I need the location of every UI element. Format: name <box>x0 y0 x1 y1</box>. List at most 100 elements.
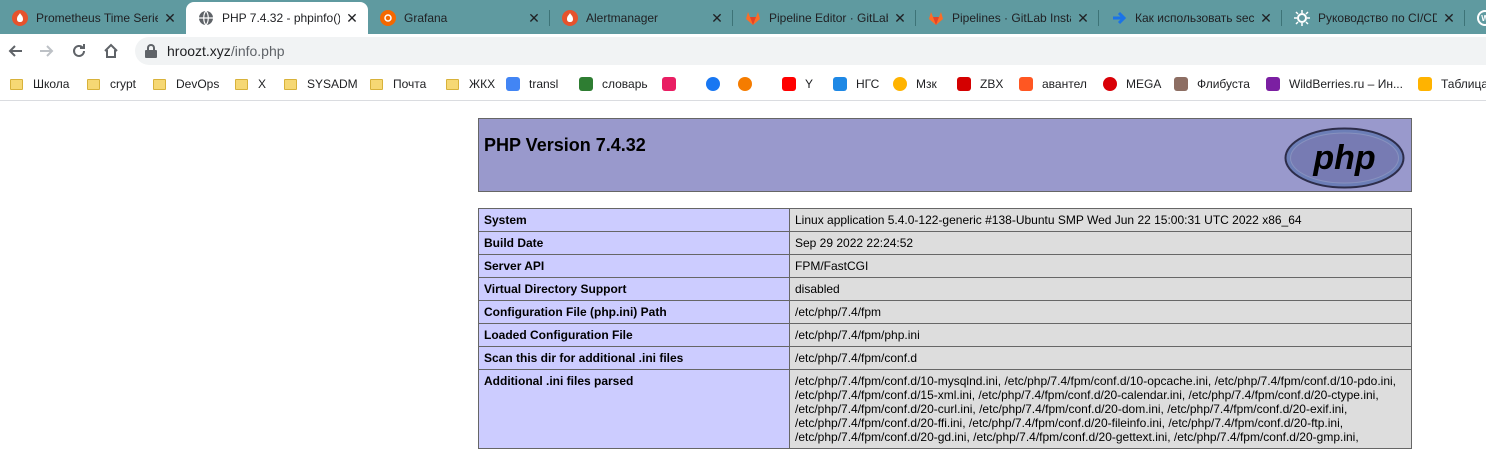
row-value: /etc/php/7.4/fpm <box>789 300 1412 324</box>
phpinfo-header: PHP Version 7.4.32 php <box>478 118 1412 192</box>
bookmark-icon-10[interactable] <box>706 75 729 93</box>
tab-2[interactable]: PHP 7.4.32 - phpinfo() ✕ <box>186 2 368 34</box>
table-row: Build Date Sep 29 2022 22:24:52 <box>478 231 1412 255</box>
tab-8[interactable]: Руководство по CI/CD ✕ <box>1282 2 1465 34</box>
bookmark-мзк[interactable]: Мзк <box>893 75 937 93</box>
tab-6[interactable]: Pipelines · GitLab Insta ✕ <box>916 2 1099 34</box>
bookmark-жкх[interactable]: ЖКХ <box>446 75 495 93</box>
back-button[interactable] <box>2 38 28 64</box>
bookmark-icon-9[interactable] <box>662 75 685 93</box>
bookmark-label: Таблица <box>1441 77 1486 91</box>
php-logo[interactable]: php <box>1284 127 1405 189</box>
bookmark-label: НГС <box>856 77 880 91</box>
row-key: Configuration File (php.ini) Path <box>478 300 790 324</box>
close-icon[interactable]: ✕ <box>526 10 542 27</box>
tab-title: Grafana <box>404 11 448 25</box>
bookmark-zbx[interactable]: ZBX <box>957 75 1003 93</box>
prometheus-icon <box>562 10 578 26</box>
tab-3[interactable]: Grafana ✕ <box>368 2 550 34</box>
bookmark-словарь[interactable]: словарь <box>579 75 648 93</box>
bookmark-crypt[interactable]: crypt <box>87 75 136 93</box>
bookmark-y[interactable]: Y <box>782 75 813 93</box>
wifi-icon <box>833 77 847 91</box>
mega-icon <box>1103 77 1117 91</box>
tab-9[interactable]: W <box>1465 2 1486 34</box>
reload-icon <box>73 44 85 57</box>
svg-text:php: php <box>1312 139 1375 177</box>
bookmark-почта[interactable]: Почта <box>370 75 426 93</box>
bookmark-флибуста[interactable]: Флибуста <box>1174 75 1250 93</box>
close-icon[interactable]: ✕ <box>344 10 360 27</box>
close-icon[interactable]: ✕ <box>1075 10 1091 27</box>
close-icon[interactable]: ✕ <box>892 10 908 27</box>
bookmark-sysadm[interactable]: SYSADM <box>284 75 358 93</box>
bookmark-label: transl <box>529 77 559 91</box>
dictionary-icon <box>579 77 593 91</box>
bookmark-нгс[interactable]: НГС <box>833 75 879 93</box>
grafana-icon <box>380 10 396 26</box>
wildberries-icon <box>1266 77 1280 91</box>
tab-strip: Prometheus Time Series ✕ PHP 7.4.32 - phpi… <box>0 0 1486 34</box>
music-icon <box>893 77 907 91</box>
youtube-icon <box>782 77 796 91</box>
bookmark-таблица[interactable]: Таблица <box>1418 75 1486 93</box>
bookmark-label: Школа <box>33 77 70 91</box>
tab-4[interactable]: Alertmanager ✕ <box>550 2 733 34</box>
close-icon[interactable]: ✕ <box>162 10 178 27</box>
bookmark-x[interactable]: X <box>235 75 266 93</box>
row-value: /etc/php/7.4/fpm/conf.d <box>789 346 1412 370</box>
folder-icon <box>10 78 23 90</box>
folder-icon <box>370 78 383 90</box>
bookmark-label: crypt <box>110 77 137 91</box>
bookmark-label: X <box>258 77 267 91</box>
tab-5[interactable]: Pipeline Editor · GitLab ✕ <box>733 2 916 34</box>
close-icon[interactable]: ✕ <box>1441 10 1457 27</box>
table-icon <box>1418 77 1432 91</box>
home-icon <box>104 43 118 58</box>
row-value: /etc/php/7.4/fpm/php.ini <box>789 323 1412 347</box>
ball-icon <box>738 77 752 91</box>
home-button[interactable] <box>98 38 124 64</box>
bookmark-transl[interactable]: transl <box>506 75 558 93</box>
row-value: Sep 29 2022 22:24:52 <box>789 231 1412 255</box>
row-key: Server API <box>478 254 790 278</box>
gear-icon <box>1294 10 1310 26</box>
close-icon[interactable]: ✕ <box>709 10 725 27</box>
tab-title: Alertmanager <box>586 11 659 25</box>
tab-title: Руководство по CI/CD <box>1318 11 1437 25</box>
bookmark-label: Почта <box>393 77 427 91</box>
folder-icon <box>284 78 297 90</box>
avantel-icon <box>1019 77 1033 91</box>
bookmark-label: ZBX <box>980 77 1004 91</box>
zabbix-icon <box>957 77 971 91</box>
forward-button[interactable] <box>34 38 60 64</box>
bookmark-mega[interactable]: MEGA <box>1103 75 1161 93</box>
row-value: Linux application 5.4.0-122-generic #138… <box>789 208 1412 232</box>
table-row: Configuration File (php.ini) Path/etc/ph… <box>478 300 1412 324</box>
bookmark-wildberries-ru-ин-[interactable]: WildBerries.ru – Ин... <box>1266 75 1403 93</box>
lock-icon[interactable] <box>145 44 157 58</box>
bookmark-devops[interactable]: DevOps <box>153 75 219 93</box>
tab-title: PHP 7.4.32 - phpinfo() <box>222 11 340 25</box>
tab-title: Как использовать sec <box>1135 11 1254 25</box>
arrow-icon <box>1111 10 1127 26</box>
video-icon <box>662 77 676 91</box>
bookmark-icon-11[interactable] <box>738 75 761 93</box>
phpinfo-table: System Linux application 5.4.0-122-generi… <box>478 208 1412 449</box>
bookmark-label: авантел <box>1042 77 1087 91</box>
address-bar[interactable]: hroozt.xyz/info.php <box>135 37 1486 65</box>
bookmarks-bar: Школа crypt DevOps X SYSADM Почта ЖКХ transl сло… <box>0 67 1486 101</box>
tab-7[interactable]: Как использовать sec ✕ <box>1099 2 1282 34</box>
prometheus-icon <box>12 10 28 26</box>
bookmark-школа[interactable]: Школа <box>10 75 69 93</box>
tab-1[interactable]: Prometheus Time Series ✕ <box>0 2 186 34</box>
row-key: System <box>478 208 790 232</box>
bookmark-авантел[interactable]: авантел <box>1019 75 1087 93</box>
arrow-left-icon <box>8 45 22 57</box>
folder-icon <box>87 78 100 90</box>
tab-title: Prometheus Time Series <box>36 11 158 25</box>
bookmark-label: словарь <box>602 77 648 91</box>
table-row: Server API FPM/FastCGI <box>478 254 1412 278</box>
close-icon[interactable]: ✕ <box>1258 10 1274 27</box>
reload-button[interactable] <box>66 38 92 64</box>
